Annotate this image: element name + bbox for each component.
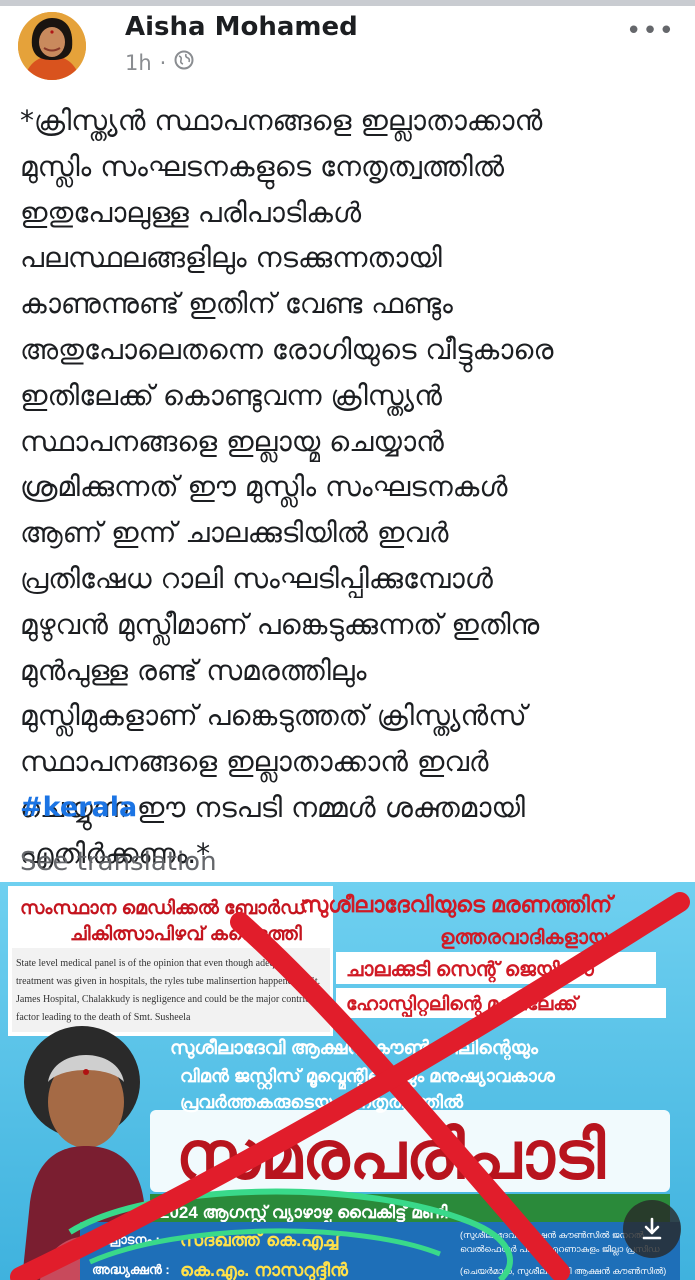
hashtag-link[interactable]: #kerala [20, 792, 137, 823]
post-text-line: ഇതുപോലുള്ള പരിപാടികൾ [20, 195, 362, 229]
post-meta: 1h · [125, 50, 194, 75]
post-text-line: ഇതിലേക്ക് കൊണ്ടുവന്ന ക്രിസ്ത്യൻ [20, 378, 442, 412]
author-name[interactable]: Aisha Mohamed [125, 12, 358, 42]
report-line-2: treatment was given in hospitals, the ry… [16, 976, 320, 987]
report-line-4: factor leading to the death of Smt. Sush… [16, 1012, 191, 1023]
post-text-line: മുസ്ലിം സംഘടനകളുടെ നേതൃത്വത്തിൽ [20, 149, 505, 183]
avatar[interactable] [18, 12, 86, 80]
report-line-1: State level medical panel is of the opin… [16, 958, 292, 969]
download-icon[interactable] [623, 1200, 681, 1258]
post-text-line: ശ്രമിക്കുന്നത് ഈ മുസ്ലിം സംഘടനകൾ [20, 470, 508, 504]
post-text-line: അതുപോലെതന്നെ രോഗിയുടെ വീട്ടുകാരെ [20, 332, 554, 366]
see-translation-link[interactable]: See translation [20, 847, 217, 877]
post-text-line: മുൻപുള്ള രണ്ട് സമരത്തിലും [20, 653, 367, 687]
post-text-line: *ക്രിസ്ത്യൻ സ്ഥാപനങ്ങളെ ഇല്ലാതാക്കാൻ [20, 104, 543, 137]
post-text-line: സ്ഥാപനങ്ങളെ ഇല്ലാതാക്കാൻ ഇവർ [20, 745, 489, 779]
avatar-portrait [18, 12, 86, 80]
post-text-line: ആണ് ഇന്ന് ചാലക്കുടിയിൽ ഇവർ [20, 516, 449, 550]
post-body: *ക്രിസ്ത്യൻ സ്ഥാപനങ്ങളെ ഇല്ലാതാക്കാൻ മുസ്… [20, 98, 685, 877]
chair-name: കെ.എം. നാസറുദ്ദീൻ [180, 1260, 349, 1280]
globe-icon[interactable] [174, 50, 194, 75]
post-text-line: കാണുന്നുണ്ട് ഇതിന് വേണ്ട ഫണ്ടും [20, 287, 453, 321]
chair-label: അദ്ധ്യക്ഷൻ : [92, 1262, 170, 1278]
post-text-line: മുഴുവൻ മുസ്ലീമാണ് പങ്കെടുക്കുന്നത് ഇതിനു [20, 607, 540, 641]
post-text-line: മുസ്ലിമുകളാണ് പങ്കെടുത്തത് ക്രിസ്ത്യൻസ് [20, 699, 527, 733]
post-text-line: പ്രതിഷേധ റാലി സംഘടിപ്പിക്കുമ്പോൾ [20, 561, 493, 595]
more-options-icon[interactable]: ••• [626, 16, 675, 46]
poster-graphic: സംസ്ഥാന മെഡിക്കൽ ബോർഡ് ചികിത്സാപിഴവ് കണ്… [0, 882, 695, 1280]
meta-separator: · [159, 50, 167, 75]
post-text-line: പലസ്ഥലങ്ങളിലും നടക്കുന്നതായി [20, 241, 442, 275]
post-header: Aisha Mohamed 1h · ••• [0, 6, 695, 86]
report-line-3: James Hospital, Chalakkudy is negligence… [16, 994, 331, 1005]
post-time[interactable]: 1h [125, 51, 152, 75]
post-image[interactable]: സംസ്ഥാന മെഡിക്കൽ ബോർഡ് ചികിത്സാപിഴവ് കണ്… [0, 882, 695, 1280]
report-title-1: സംസ്ഥാന മെഡിക്കൽ ബോർഡ് [20, 897, 310, 919]
headline-2: ഉത്തരവാദികളായ [440, 926, 609, 949]
headline-1: സുശീലാദേവിയുടെ മരണത്തിന് [300, 892, 615, 919]
post-text-line: സ്ഥാപനങ്ങളെ ഇല്ലായ്മ ചെയ്യാൻ [20, 424, 444, 458]
